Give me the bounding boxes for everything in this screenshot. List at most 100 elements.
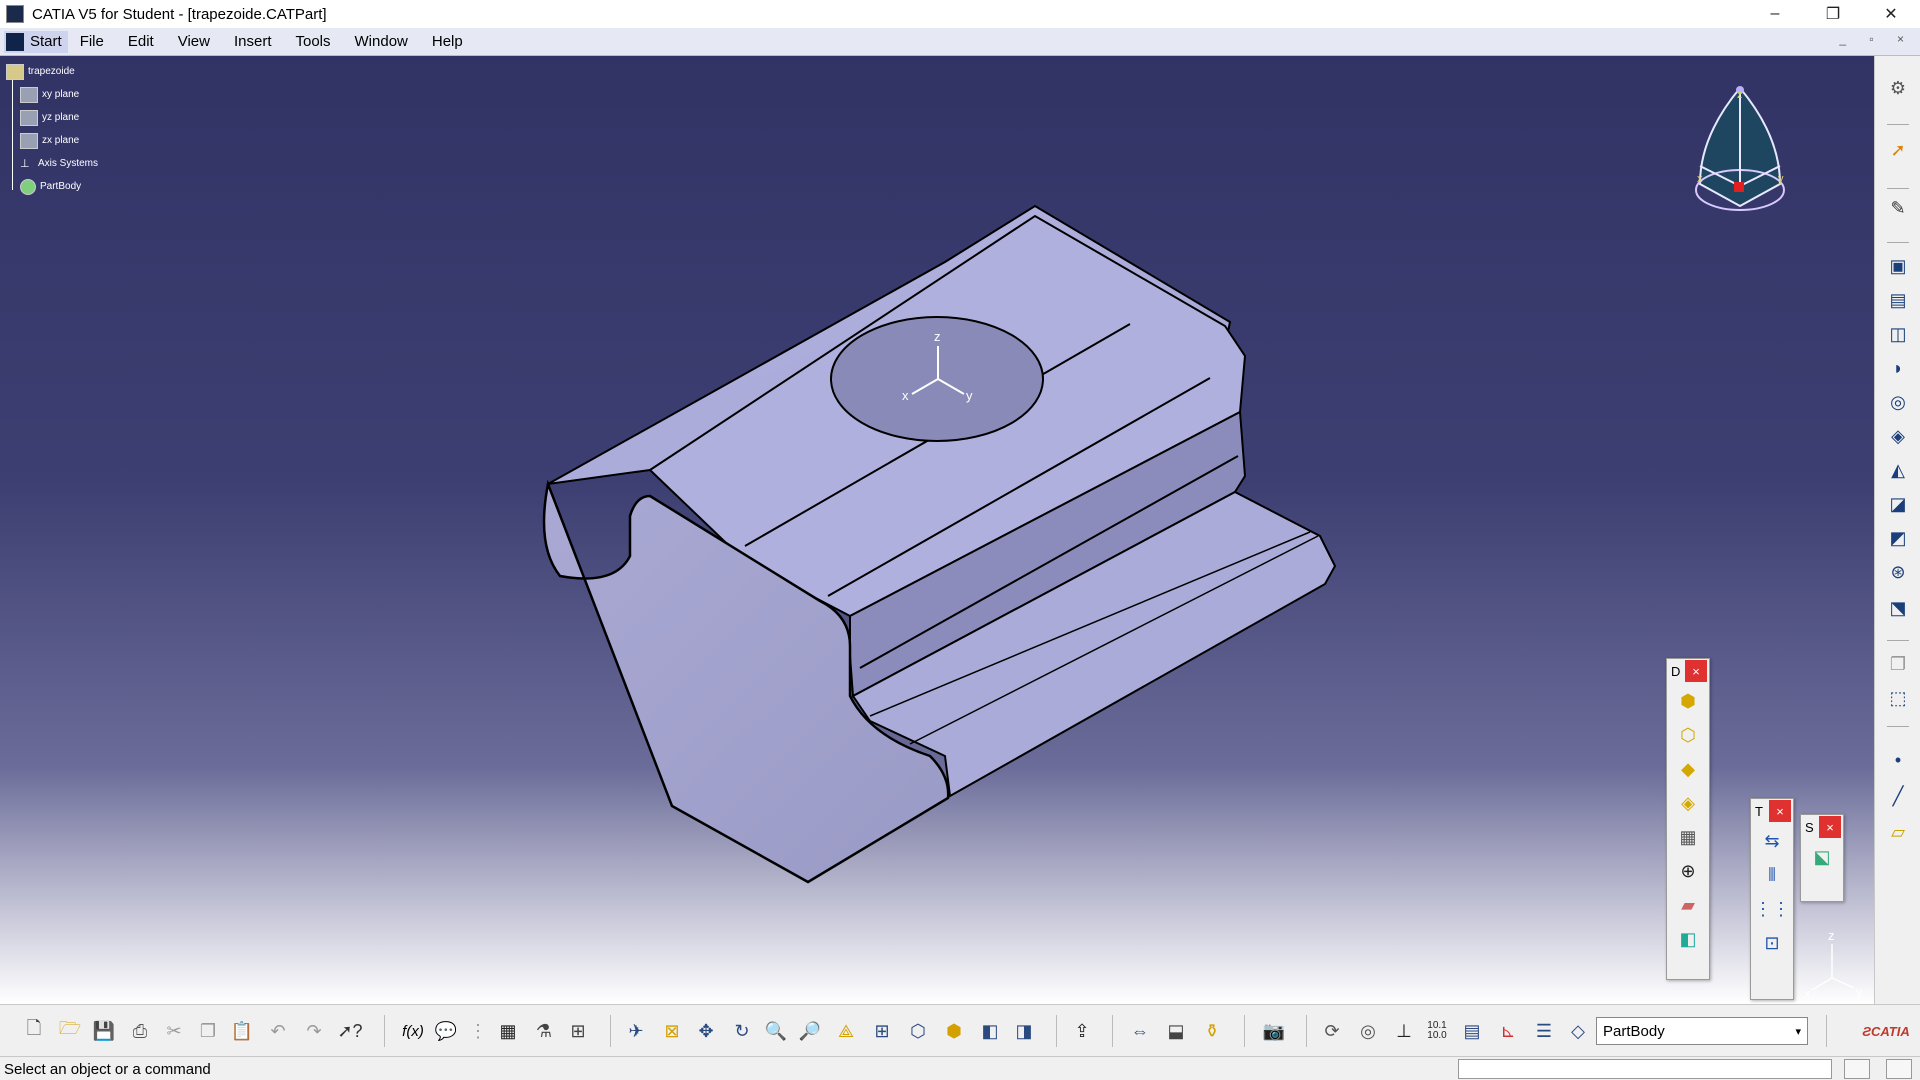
pattern-icon[interactable]: ⋮⋮ (1754, 893, 1790, 925)
law-icon[interactable]: ⋮ (464, 1017, 492, 1045)
zoom-in-icon[interactable]: 🔍 (762, 1017, 790, 1045)
stiffener-icon[interactable]: ▰ (1674, 889, 1702, 921)
pan-icon[interactable]: ✥ (692, 1017, 720, 1045)
hide-show-icon[interactable]: ◧ (976, 1017, 1004, 1045)
paste-icon[interactable]: 📋 (228, 1017, 256, 1045)
start-menu[interactable]: Start (4, 30, 68, 53)
mirror-icon[interactable]: ⫴ (1758, 859, 1786, 891)
work-object-selector[interactable]: PartBody ▾ (1596, 1017, 1808, 1045)
scaling-icon[interactable]: ⊡ (1758, 927, 1786, 959)
menu-tools[interactable]: Tools (295, 33, 330, 50)
measure-inertia-icon[interactable]: ⚱ (1198, 1017, 1226, 1045)
scale-icon[interactable]: 10.1 10.0 (1422, 1017, 1452, 1045)
swap-visible-space-icon[interactable]: ◨ (1010, 1017, 1038, 1045)
minimize-button[interactable]: – (1746, 0, 1804, 28)
rib-icon[interactable]: ▦ (1674, 821, 1702, 853)
iso-view-icon[interactable]: ⬡ (904, 1017, 932, 1045)
open-folder-icon[interactable]: 🗁 (56, 1017, 84, 1045)
compass-icon[interactable] (1695, 86, 1785, 211)
floating-toolbar-close-button[interactable]: × (1769, 800, 1791, 822)
sketcher-icon[interactable]: ✎ (1885, 196, 1911, 220)
menu-window[interactable]: Window (355, 33, 408, 50)
pocket-icon[interactable]: ▤ (1885, 288, 1911, 312)
normal-view-icon[interactable]: ⟁ (832, 1017, 860, 1045)
menu-file[interactable]: File (80, 33, 104, 50)
shell-icon[interactable]: ◪ (1885, 492, 1911, 516)
menu-edit[interactable]: Edit (128, 33, 154, 50)
measure-between-icon[interactable]: ⇔ (1126, 1017, 1154, 1045)
grid-icon[interactable]: ▤ (1458, 1017, 1486, 1045)
chamfer-icon[interactable]: ◈ (1885, 424, 1911, 448)
refresh-icon[interactable]: ⟳ (1318, 1017, 1346, 1045)
zoom-out-icon[interactable]: 🔎 (796, 1017, 824, 1045)
restore-button[interactable]: ❐ (1804, 0, 1862, 28)
copy-icon[interactable]: ❐ (194, 1017, 222, 1045)
pocket-icon[interactable]: ⬡ (1674, 719, 1702, 751)
copy-icon[interactable]: ❐ (1885, 652, 1911, 676)
fit-all-icon[interactable]: ⊠ (658, 1017, 686, 1045)
analysis-icon[interactable]: ⊞ (564, 1017, 592, 1045)
remove-face-icon[interactable]: ⬔ (1885, 596, 1911, 620)
groove-icon[interactable]: ◈ (1674, 787, 1702, 819)
undo-icon[interactable]: ↶ (264, 1017, 292, 1045)
constraint-icon[interactable]: ⊾ (1494, 1017, 1522, 1045)
point-icon[interactable]: • (1885, 748, 1911, 772)
thickness-icon[interactable]: ◩ (1885, 526, 1911, 550)
menu-view[interactable]: View (178, 33, 210, 50)
split-icon[interactable]: ⬕ (1808, 841, 1836, 873)
shading-icon[interactable]: ⬢ (940, 1017, 968, 1045)
fillet-icon[interactable]: ◗ (1885, 356, 1911, 380)
menu-help[interactable]: Help (432, 33, 463, 50)
measure-icon[interactable]: ⚗ (530, 1017, 558, 1045)
list-icon[interactable]: ☰ (1530, 1017, 1558, 1045)
hole-icon[interactable]: ⊕ (1674, 855, 1702, 887)
new-file-icon[interactable]: 🗋 (20, 1017, 48, 1045)
rotate-icon[interactable]: ↻ (728, 1017, 756, 1045)
print-icon[interactable]: ⎙ (126, 1017, 154, 1045)
shaft-icon[interactable]: ◫ (1885, 322, 1911, 346)
status-toggle-icon[interactable] (1844, 1059, 1870, 1079)
mdi-window-controls[interactable]: _ ▫ × (1839, 32, 1914, 46)
work-on-support-icon[interactable]: ◇ (1564, 1017, 1592, 1045)
draft-icon[interactable]: ◭ (1885, 458, 1911, 482)
power-input-field[interactable] (1458, 1059, 1832, 1079)
pad-icon[interactable]: ▣ (1885, 254, 1911, 278)
gear-icon[interactable]: ⚙ (1885, 76, 1911, 100)
floating-toolbar-d[interactable]: D × ⬢ ⬡ ◆ ◈ ▦ ⊕ ▰ ◧ (1666, 658, 1710, 980)
floating-toolbar-t[interactable]: T × ⇆ ⫴ ⋮⋮ ⊡ (1750, 798, 1794, 1000)
multi-view-icon[interactable]: ⊞ (868, 1017, 896, 1045)
floating-toolbar-title: D (1671, 663, 1681, 679)
formula-icon[interactable]: f(x) (396, 1017, 430, 1045)
pad-icon[interactable]: ⬢ (1674, 685, 1702, 717)
translation-icon[interactable]: ⇆ (1758, 825, 1786, 857)
floating-toolbar-close-button[interactable]: × (1685, 660, 1707, 682)
globe-icon[interactable]: ◎ (1354, 1017, 1382, 1045)
select-arrow-icon[interactable]: ➚ (1885, 138, 1911, 162)
camera-icon[interactable]: 📷 (1260, 1017, 1288, 1045)
floating-toolbar-close-button[interactable]: × (1819, 816, 1841, 838)
reference-element-icon[interactable]: ⬚ (1885, 686, 1911, 710)
fly-mode-icon[interactable]: ✈ (622, 1017, 650, 1045)
cut-icon[interactable]: ✂ (160, 1017, 188, 1045)
close-button[interactable]: ✕ (1862, 0, 1920, 28)
redo-icon[interactable]: ↷ (300, 1017, 328, 1045)
window-title: CATIA V5 for Student - [trapezoide.CATPa… (32, 5, 327, 23)
measure-item-icon[interactable]: ⬓ (1162, 1017, 1190, 1045)
status-settings-icon[interactable] (1886, 1059, 1912, 1079)
loft-icon[interactable]: ◧ (1674, 923, 1702, 955)
shaft-icon[interactable]: ◆ (1674, 753, 1702, 785)
line-icon[interactable]: ╱ (1885, 784, 1911, 808)
floating-toolbar-s[interactable]: S × ⬕ (1800, 814, 1844, 902)
3d-viewport[interactable]: trapezoide xy plane yz plane zx plane ⊥ … (0, 56, 1874, 1004)
save-icon[interactable]: 💾 (90, 1017, 118, 1045)
axis-system-icon[interactable]: ⊥ (1390, 1017, 1418, 1045)
part-geometry[interactable]: z x y z x y z x y (0, 56, 1874, 1004)
update-icon[interactable]: ⇪ (1068, 1017, 1096, 1045)
menu-insert[interactable]: Insert (234, 33, 272, 50)
table-icon[interactable]: ▦ (494, 1017, 522, 1045)
knowledge-advisor-icon[interactable]: 💬 (432, 1017, 460, 1045)
hole-icon[interactable]: ◎ (1885, 390, 1911, 414)
thread-icon[interactable]: ⊛ (1885, 560, 1911, 584)
whats-this-icon[interactable]: ➚? (336, 1017, 364, 1045)
plane-icon[interactable]: ▱ (1885, 820, 1911, 844)
